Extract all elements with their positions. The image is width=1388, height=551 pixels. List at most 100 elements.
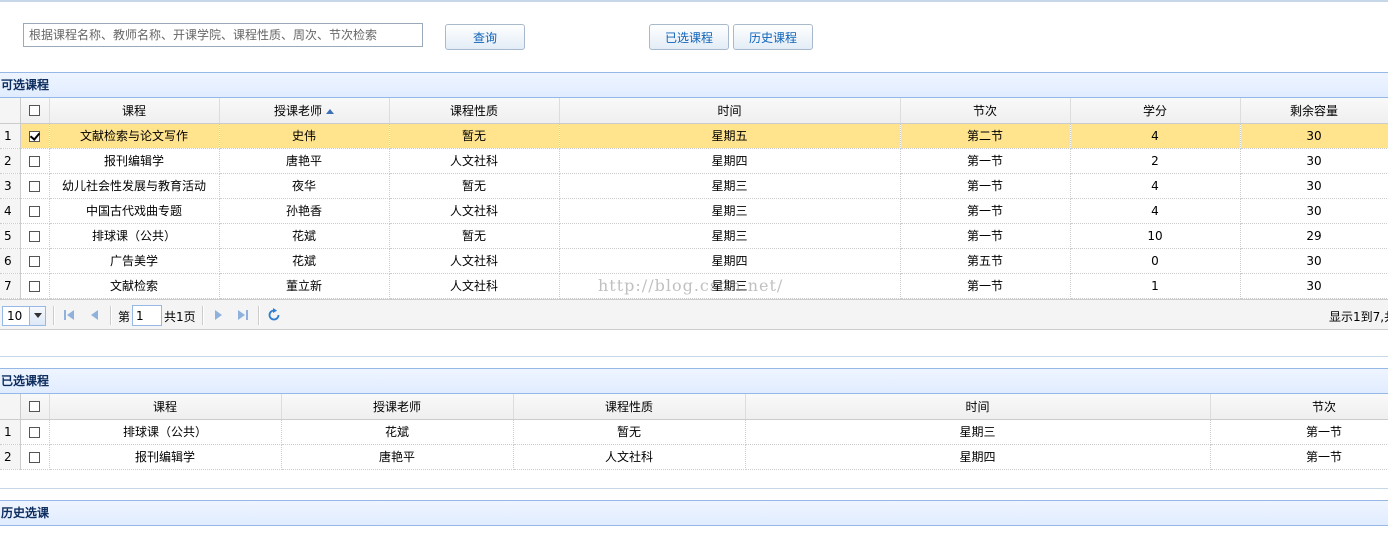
row-checkbox[interactable] xyxy=(20,148,50,174)
row-checkbox[interactable] xyxy=(20,248,50,274)
row-number: 4 xyxy=(0,198,21,224)
row-number: 3 xyxy=(0,173,21,199)
col-type[interactable]: 课程性质 xyxy=(389,98,560,124)
cell-teacher: 董立新 xyxy=(219,273,390,299)
table-row[interactable]: 1 文献检索与论文写作 史伟 暂无 星期五 第二节 4 30 xyxy=(0,123,1388,149)
table-row[interactable]: 6 广告美学 花斌 人文社科 星期四 第五节 0 30 xyxy=(0,248,1388,274)
next-page-icon[interactable] xyxy=(211,308,225,322)
col-time[interactable]: 时间 xyxy=(745,394,1211,420)
cell-course: 中国古代戏曲专题 xyxy=(49,198,220,224)
checkbox-icon[interactable] xyxy=(29,180,40,192)
table-row[interactable]: 4 中国古代戏曲专题 孙艳香 人文社科 星期三 第一节 4 30 xyxy=(0,198,1388,224)
row-checkbox[interactable] xyxy=(20,173,50,199)
checkbox-icon[interactable] xyxy=(29,401,40,413)
cell-remain: 30 xyxy=(1240,173,1388,199)
row-number: 6 xyxy=(0,248,21,274)
cell-section: 第一节 xyxy=(900,148,1071,174)
header-row: 课程 授课老师 课程性质 时间 节次 学分 剩余容量 xyxy=(0,98,1388,124)
cell-time: 星期四 xyxy=(745,444,1211,470)
section-divider xyxy=(0,356,1388,357)
cell-course: 文献检索 xyxy=(49,273,220,299)
table-row[interactable]: 7 文献检索 董立新 人文社科 星期三 第一节 1 30 xyxy=(0,273,1388,299)
last-page-icon[interactable] xyxy=(236,308,250,322)
cell-section: 第一节 xyxy=(1210,419,1388,445)
row-checkbox[interactable] xyxy=(20,123,50,149)
sort-asc-icon xyxy=(326,108,334,114)
checkbox-checked-icon[interactable] xyxy=(29,130,40,142)
pagination-bar: 10 第 共1页 显示1到7,共 xyxy=(0,299,1388,330)
row-checkbox[interactable] xyxy=(20,223,50,249)
cell-remain: 30 xyxy=(1240,198,1388,224)
cell-credit: 4 xyxy=(1070,173,1241,199)
cell-course: 文献检索与论文写作 xyxy=(49,123,220,149)
row-checkbox[interactable] xyxy=(20,198,50,224)
page-size-select[interactable]: 10 xyxy=(2,306,46,326)
col-time[interactable]: 时间 xyxy=(559,98,901,124)
cell-section: 第五节 xyxy=(900,248,1071,274)
row-checkbox[interactable] xyxy=(20,444,50,470)
cell-teacher: 花斌 xyxy=(219,248,390,274)
cell-remain: 30 xyxy=(1240,273,1388,299)
row-checkbox[interactable] xyxy=(20,273,50,299)
checkbox-icon[interactable] xyxy=(29,105,40,117)
query-button[interactable]: 查询 xyxy=(445,24,525,50)
chevron-down-icon[interactable] xyxy=(29,307,45,325)
cell-time: 星期四 xyxy=(559,148,901,174)
cell-credit: 2 xyxy=(1070,148,1241,174)
row-number: 2 xyxy=(0,148,21,174)
rownum-header xyxy=(0,98,21,124)
col-section[interactable]: 节次 xyxy=(900,98,1071,124)
cell-teacher: 史伟 xyxy=(219,123,390,149)
col-credit[interactable]: 学分 xyxy=(1070,98,1241,124)
cell-type: 人文社科 xyxy=(389,248,560,274)
cell-time: 星期三 xyxy=(745,419,1211,445)
cell-type: 暂无 xyxy=(389,223,560,249)
row-checkbox[interactable] xyxy=(20,419,50,445)
cell-credit: 0 xyxy=(1070,248,1241,274)
checkbox-icon[interactable] xyxy=(29,426,40,438)
cell-section: 第一节 xyxy=(900,198,1071,224)
row-number: 7 xyxy=(0,273,21,299)
col-course[interactable]: 课程 xyxy=(49,98,220,124)
table-row[interactable]: 1 排球课（公共） 花斌 暂无 星期三 第一节 xyxy=(0,419,1388,445)
checkbox-icon[interactable] xyxy=(29,205,40,217)
prev-page-icon[interactable] xyxy=(88,308,102,322)
page-number-input[interactable] xyxy=(132,305,162,326)
col-remain[interactable]: 剩余容量 xyxy=(1240,98,1388,124)
history-courses-button[interactable]: 历史课程 xyxy=(733,24,813,50)
table-row[interactable]: 2 报刊编辑学 唐艳平 人文社科 星期四 第一节 2 30 xyxy=(0,148,1388,174)
table-row[interactable]: 3 幼儿社会性发展与教育活动 夜华 暂无 星期三 第一节 4 30 xyxy=(0,173,1388,199)
table-row[interactable]: 2 报刊编辑学 唐艳平 人文社科 星期四 第一节 xyxy=(0,444,1388,470)
checkbox-icon[interactable] xyxy=(29,230,40,242)
cell-type: 暂无 xyxy=(513,419,746,445)
cell-teacher: 花斌 xyxy=(219,223,390,249)
col-type[interactable]: 课程性质 xyxy=(513,394,746,420)
table-row[interactable]: 5 排球课（公共） 花斌 暂无 星期三 第一节 10 29 xyxy=(0,223,1388,249)
cell-section: 第一节 xyxy=(900,173,1071,199)
cell-credit: 4 xyxy=(1070,123,1241,149)
col-section[interactable]: 节次 xyxy=(1210,394,1388,420)
checkbox-icon[interactable] xyxy=(29,155,40,167)
col-course[interactable]: 课程 xyxy=(49,394,282,420)
checkbox-icon[interactable] xyxy=(29,451,40,463)
cell-course: 排球课（公共） xyxy=(49,419,282,445)
first-page-icon[interactable] xyxy=(62,308,76,322)
select-all-checkbox[interactable] xyxy=(20,98,50,124)
row-number: 1 xyxy=(0,419,21,445)
cell-time: 星期三 xyxy=(559,273,901,299)
cell-course: 报刊编辑学 xyxy=(49,444,282,470)
cell-time: 星期三 xyxy=(559,198,901,224)
section-divider xyxy=(0,488,1388,489)
col-teacher[interactable]: 授课老师 xyxy=(219,98,390,124)
select-all-checkbox[interactable] xyxy=(20,394,50,420)
cell-teacher: 夜华 xyxy=(219,173,390,199)
available-courses-title: 可选课程 xyxy=(0,72,1388,98)
page-size-value: 10 xyxy=(7,309,23,323)
selected-courses-button[interactable]: 已选课程 xyxy=(649,24,729,50)
search-input[interactable] xyxy=(23,23,423,47)
checkbox-icon[interactable] xyxy=(29,255,40,267)
col-teacher[interactable]: 授课老师 xyxy=(281,394,514,420)
checkbox-icon[interactable] xyxy=(29,280,40,292)
refresh-icon[interactable] xyxy=(267,308,281,322)
col-teacher-label: 授课老师 xyxy=(273,103,322,118)
